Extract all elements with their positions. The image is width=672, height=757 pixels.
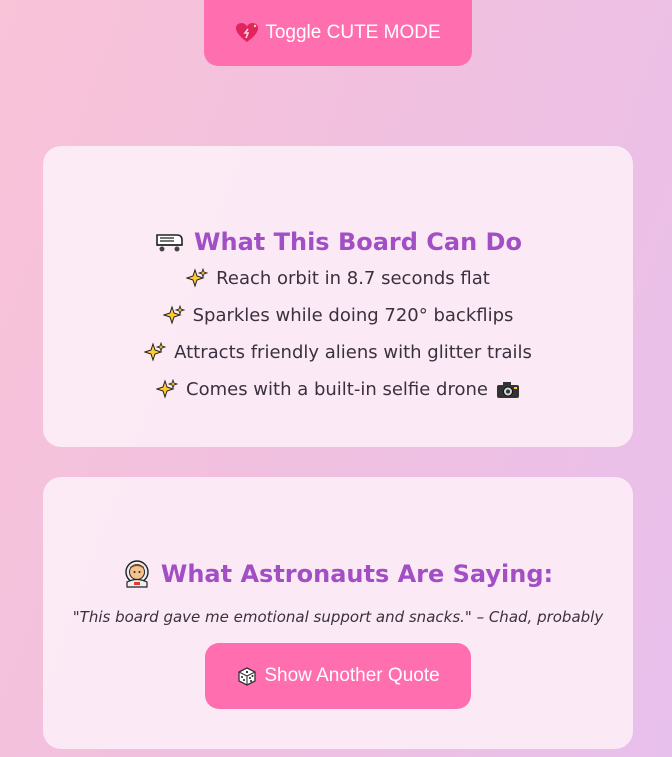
- list-item: Reach orbit in 8.7 seconds flat: [43, 260, 633, 297]
- list-item: Comes with a built-in selfie drone: [43, 371, 633, 408]
- skateboard-icon: [154, 231, 184, 253]
- dice-icon: [236, 665, 258, 687]
- testimonial-quote: "This board gave me emotional support an…: [72, 608, 604, 626]
- sparkles-icon: [156, 378, 178, 401]
- features-title: What This Board Can Do: [43, 228, 633, 256]
- sparkles-icon: [162, 304, 185, 327]
- astronaut-icon: [123, 560, 151, 588]
- feature-text: Attracts friendly aliens with glitter tr…: [174, 342, 532, 363]
- sparkling-heart-icon: [235, 22, 259, 44]
- feature-list: Reach orbit in 8.7 seconds flat Sparkles…: [43, 260, 633, 408]
- feature-text: Reach orbit in 8.7 seconds flat: [216, 268, 490, 289]
- testimonials-title-text: What Astronauts Are Saying:: [160, 559, 554, 588]
- list-item: Attracts friendly aliens with glitter tr…: [43, 334, 633, 371]
- show-another-quote-label: Show Another Quote: [264, 665, 440, 686]
- list-item: Sparkles while doing 720° backflips: [43, 297, 633, 334]
- toggle-button-label: Toggle CUTE MODE: [265, 22, 441, 43]
- sparkles-icon: [144, 341, 167, 364]
- camera-icon: [496, 380, 520, 400]
- testimonials-title: What Astronauts Are Saying:: [43, 560, 633, 588]
- show-another-quote-button[interactable]: Show Another Quote: [205, 643, 471, 709]
- features-card: What This Board Can Do Reach orbit in 8.…: [43, 146, 633, 447]
- sparkles-icon: [186, 267, 209, 290]
- testimonials-card: What Astronauts Are Saying: "This board …: [43, 477, 633, 749]
- features-title-text: What This Board Can Do: [194, 227, 522, 256]
- feature-text: Sparkles while doing 720° backflips: [192, 305, 514, 326]
- toggle-cute-mode-button[interactable]: Toggle CUTE MODE: [204, 0, 472, 66]
- feature-text: Comes with a built-in selfie drone: [186, 379, 488, 400]
